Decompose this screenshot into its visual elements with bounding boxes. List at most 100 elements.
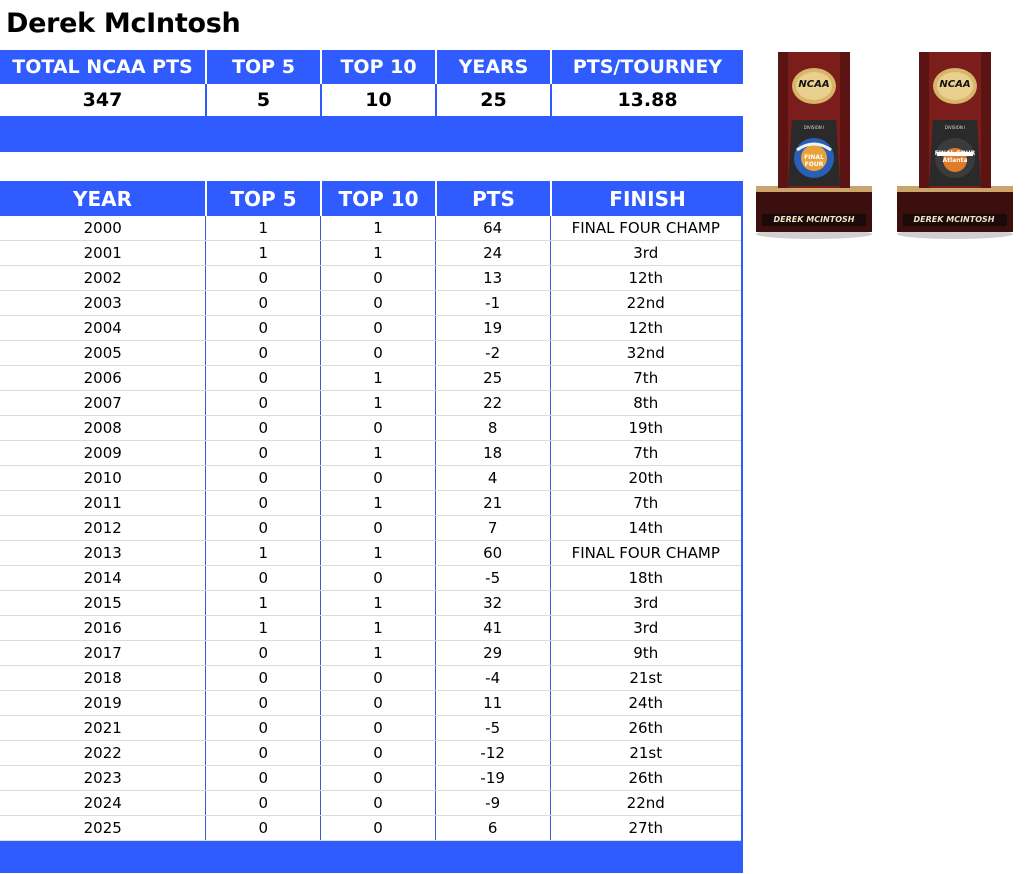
summary-value-top10: 10	[322, 84, 437, 116]
cell-year: 2012	[0, 516, 207, 540]
cell-finish: FINAL FOUR CHAMP	[571, 544, 720, 562]
cell-top10: 0	[321, 566, 436, 590]
cell-pts: 24	[436, 241, 551, 265]
cell-finish: 19th	[628, 419, 663, 437]
table-row: 2001 1 1 24 3rd	[0, 241, 741, 266]
cell-top5: 0	[206, 816, 322, 840]
cell-pts: 32	[436, 591, 551, 615]
cell-top5: 0	[206, 416, 322, 440]
table-row: 2023 0 0 -19 26th	[0, 766, 741, 791]
results-header-pts: PTS	[437, 181, 552, 216]
cell-pts: -19	[436, 766, 551, 790]
cell-year: 2001	[0, 241, 207, 265]
cell-top5: 0	[206, 491, 322, 515]
table-row: 2007 0 1 22 8th	[0, 391, 741, 416]
cell-top10: 1	[321, 591, 436, 615]
cell-year: 2002	[0, 266, 207, 290]
cell-top5: 0	[206, 391, 322, 415]
cell-year: 2009	[0, 441, 207, 465]
cell-year: 2005	[0, 341, 207, 365]
trophy-2-division: DIVISION I	[944, 125, 966, 130]
trophy-1-nameplate: DEREK MCINTOSH	[773, 215, 855, 224]
cell-top10: 0	[321, 516, 436, 540]
table-row: 2022 0 0 -12 21st	[0, 741, 741, 766]
cell-pts: -2	[436, 341, 551, 365]
cell-finish: 22nd	[626, 794, 665, 812]
cell-top10: 0	[321, 791, 436, 815]
cell-finish: 14th	[628, 519, 663, 537]
cell-top10: 0	[321, 766, 436, 790]
summary-header-top10: TOP 10	[322, 50, 437, 84]
cell-pts: -4	[436, 666, 551, 690]
results-header-top10: TOP 10	[322, 181, 437, 216]
cell-year: 2015	[0, 591, 207, 615]
cell-pts: -9	[436, 791, 551, 815]
summary-table: TOTAL NCAA PTS TOP 5 TOP 10 YEARS PTS/TO…	[0, 50, 743, 152]
trophy-1-division: DIVISION I	[803, 125, 825, 130]
cell-top5: 0	[206, 466, 322, 490]
cell-year: 2004	[0, 316, 207, 340]
cell-year: 2021	[0, 716, 207, 740]
cell-finish: 27th	[628, 819, 663, 837]
cell-pts: 25	[436, 366, 551, 390]
cell-top5: 0	[206, 516, 322, 540]
summary-header-years: YEARS	[437, 50, 552, 84]
cell-finish: 9th	[633, 644, 659, 662]
cell-finish: 3rd	[633, 594, 659, 612]
cell-year: 2000	[0, 216, 207, 240]
cell-pts: 13	[436, 266, 551, 290]
cell-top5: 0	[206, 716, 322, 740]
cell-top5: 0	[206, 641, 322, 665]
cell-pts: 6	[436, 816, 551, 840]
cell-finish: 12th	[628, 319, 663, 337]
cell-pts: 64	[436, 216, 551, 240]
table-row: 2002 0 0 13 12th	[0, 266, 741, 291]
cell-top5: 0	[206, 316, 322, 340]
trophy-1-brand: NCAA	[798, 79, 830, 90]
cell-top5: 0	[206, 291, 322, 315]
cell-pts: 8	[436, 416, 551, 440]
table-row: 2024 0 0 -9 22nd	[0, 791, 741, 816]
cell-top5: 0	[206, 266, 322, 290]
table-row: 2013 1 1 60 FINAL FOUR CHAMP	[0, 541, 741, 566]
cell-year: 2013	[0, 541, 207, 565]
results-header-year: YEAR	[0, 181, 207, 216]
cell-finish: 7th	[633, 369, 659, 387]
cell-top10: 1	[321, 616, 436, 640]
table-row: 2014 0 0 -5 18th	[0, 566, 741, 591]
cell-pts: 19	[436, 316, 551, 340]
cell-pts: -5	[436, 566, 551, 590]
cell-finish: 7th	[633, 444, 659, 462]
table-row: 2011 0 1 21 7th	[0, 491, 741, 516]
summary-value-pts-per-tourney: 13.88	[617, 89, 678, 111]
cell-top10: 1	[321, 441, 436, 465]
cell-year: 2019	[0, 691, 207, 715]
cell-finish: 18th	[628, 569, 663, 587]
cell-finish: 3rd	[633, 619, 659, 637]
cell-pts: 41	[436, 616, 551, 640]
cell-top10: 0	[321, 341, 436, 365]
cell-pts: 29	[436, 641, 551, 665]
table-row: 2005 0 0 -2 32nd	[0, 341, 741, 366]
cell-top10: 0	[321, 666, 436, 690]
table-row: 2018 0 0 -4 21st	[0, 666, 741, 691]
cell-pts: -12	[436, 741, 551, 765]
table-row: 2003 0 0 -1 22nd	[0, 291, 741, 316]
cell-top10: 0	[321, 291, 436, 315]
cell-year: 2011	[0, 491, 207, 515]
table-row: 2008 0 0 8 19th	[0, 416, 741, 441]
cell-top10: 1	[321, 641, 436, 665]
table-row: 2010 0 0 4 20th	[0, 466, 741, 491]
cell-finish: 12th	[628, 269, 663, 287]
cell-top10: 0	[321, 266, 436, 290]
cell-pts: -5	[436, 716, 551, 740]
cell-year: 2023	[0, 766, 207, 790]
cell-top5: 1	[206, 616, 322, 640]
table-row: 2016 1 1 41 3rd	[0, 616, 741, 641]
cell-finish: 24th	[628, 694, 663, 712]
cell-finish: 7th	[633, 494, 659, 512]
cell-top5: 0	[206, 791, 322, 815]
results-header-finish: FINISH	[609, 186, 686, 211]
cell-year: 2022	[0, 741, 207, 765]
trophy-2-event: FINAL FOUR Atlanta	[934, 150, 976, 164]
